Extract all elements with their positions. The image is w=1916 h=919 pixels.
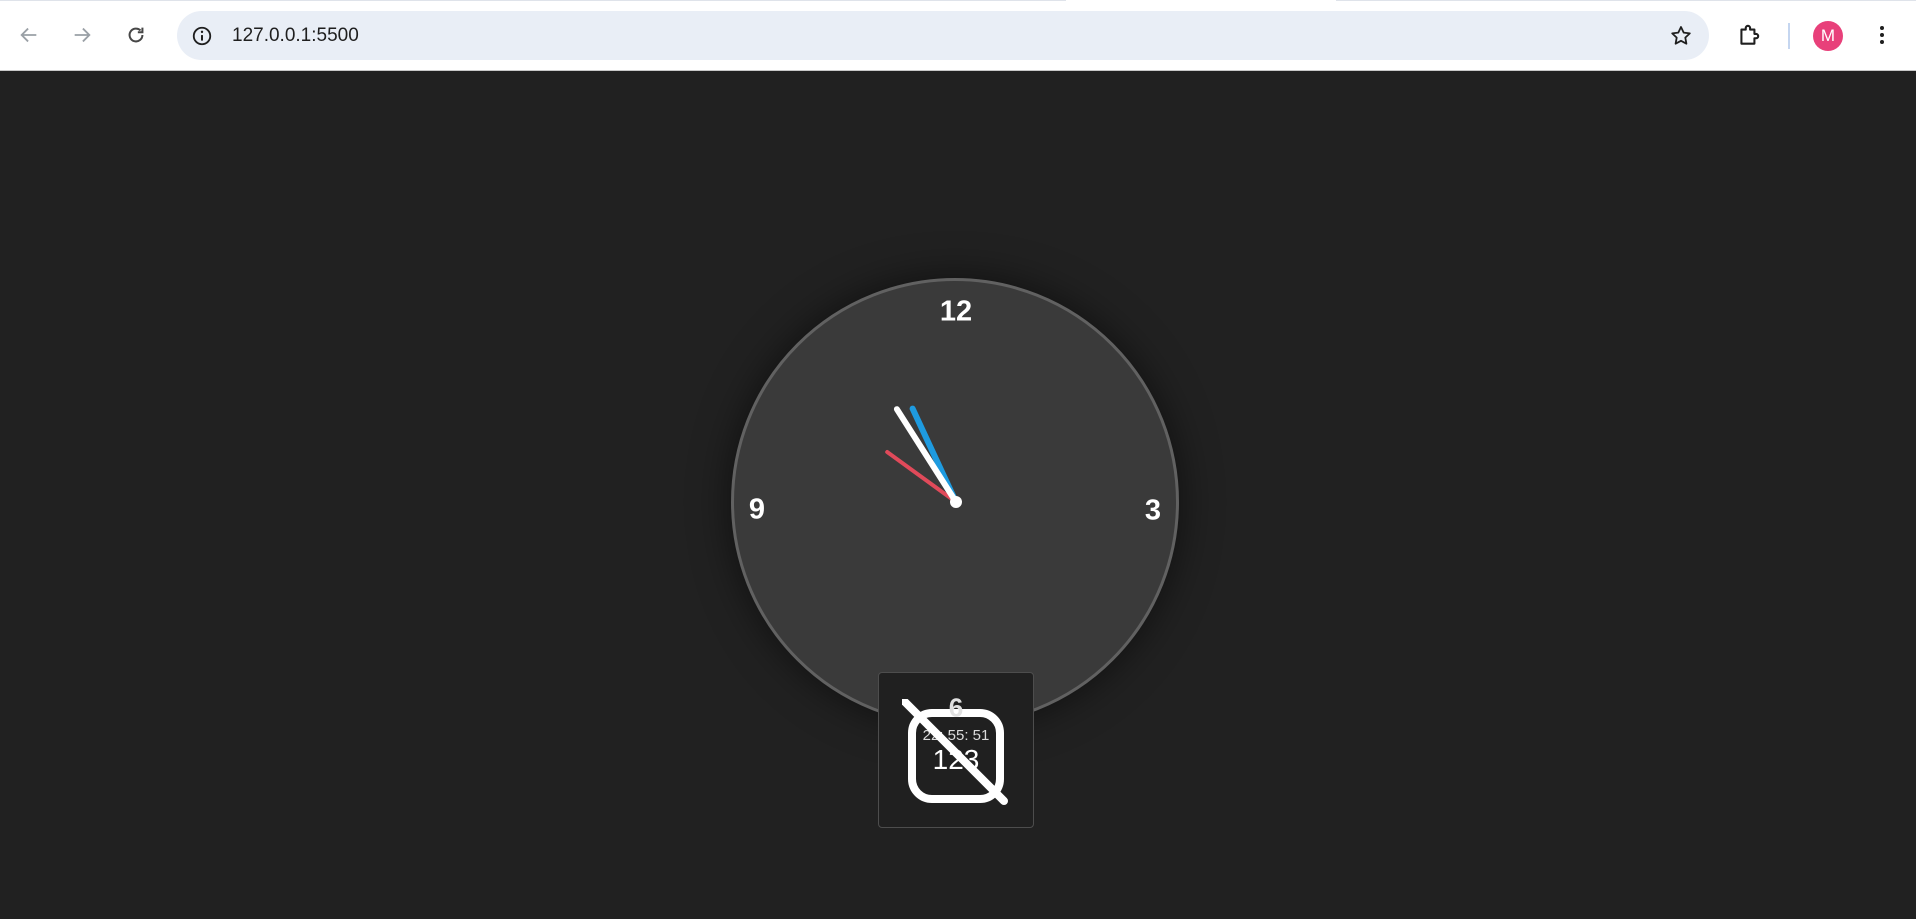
- profile-avatar[interactable]: M: [1813, 21, 1843, 51]
- tabstrip-edge: [0, 0, 1916, 1]
- reload-icon: [128, 27, 144, 43]
- star-icon: [1671, 26, 1691, 45]
- browser-menu-button[interactable]: [1864, 17, 1900, 53]
- forward-button[interactable]: [64, 17, 100, 53]
- back-button[interactable]: [11, 17, 47, 53]
- info-icon: [192, 26, 212, 46]
- reload-button[interactable]: [118, 17, 154, 53]
- extensions-button[interactable]: [1731, 17, 1767, 53]
- numeral-12: 12: [939, 295, 973, 328]
- site-info-button[interactable]: [188, 22, 216, 50]
- bookmark-button[interactable]: [1667, 22, 1695, 50]
- toolbar-divider: [1788, 23, 1790, 49]
- active-tab-edge: [1066, 0, 1336, 2]
- browser-toolbar: 127.0.0.1:5500 M: [0, 0, 1916, 71]
- puzzle-icon: [1740, 24, 1760, 45]
- numeral-9: 9: [748, 493, 766, 526]
- arrow-right-icon: [74, 27, 91, 43]
- url-text[interactable]: 127.0.0.1:5500: [232, 25, 359, 47]
- arrow-left-icon: [20, 27, 37, 43]
- analog-clock-face: [731, 278, 1179, 726]
- numeral-6: 6: [948, 692, 964, 723]
- kebab-menu-icon: [1880, 26, 1884, 44]
- address-bar[interactable]: 127.0.0.1:5500: [177, 11, 1709, 60]
- numeral-3: 3: [1144, 494, 1162, 527]
